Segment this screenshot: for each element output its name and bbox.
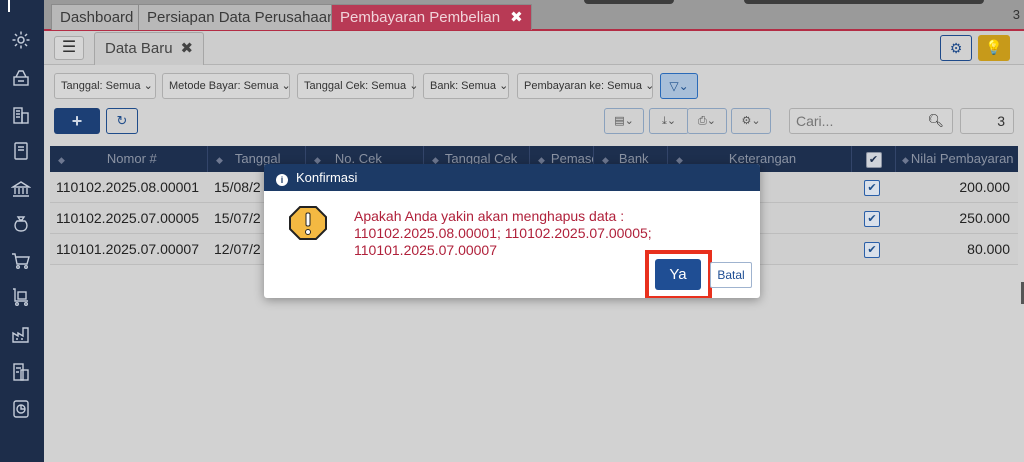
factory-icon[interactable]: [10, 323, 32, 345]
chevron-down-icon: ⌄: [281, 80, 291, 92]
sidebar-top-marker: [8, 0, 10, 12]
column-header-select-all[interactable]: ✔: [852, 146, 896, 172]
tab-label: Dashboard: [60, 9, 134, 26]
plus-icon: +: [71, 111, 83, 131]
subtab-label: Data Baru: [105, 40, 173, 57]
cancel-button[interactable]: Batal: [710, 262, 752, 288]
printer-icon: ⎙⌄: [697, 115, 717, 127]
filter-tanggal-cek[interactable]: Tanggal Cek: Semua ⌄: [297, 73, 418, 99]
subtab-data-baru[interactable]: Data Baru ✖: [94, 32, 205, 65]
search-icon[interactable]: 🔍︎: [927, 113, 944, 129]
tab-persiapan-data-perusahaan[interactable]: Persiapan Data Perusahaan: [138, 4, 345, 30]
cell-select[interactable]: ✔: [864, 203, 884, 234]
refresh-button[interactable]: ↻: [106, 108, 138, 134]
subtab-close-icon[interactable]: ✖: [181, 40, 194, 57]
list-view-button[interactable]: ☰: [54, 36, 84, 60]
funnel-icon: ▽⌄: [669, 79, 689, 93]
confirm-button[interactable]: Ya: [655, 259, 701, 290]
cell-nilai-pembayaran: 200.000: [959, 179, 1010, 195]
sort-icon: ◆: [58, 155, 65, 165]
row-checkbox[interactable]: ✔: [864, 242, 880, 259]
dialog-title: Konfirmasi: [296, 170, 358, 185]
filter-toggle-button[interactable]: ▽⌄: [660, 73, 698, 99]
select-all-checkbox[interactable]: ✔: [865, 151, 882, 168]
tab-label: Persiapan Data Perusahaan: [147, 9, 336, 26]
row-checkbox[interactable]: ✔: [864, 180, 880, 197]
top-decoration: [584, 0, 674, 4]
column-header-nilai-pembayaran[interactable]: ◆ Nilai Pembayaran: [896, 146, 1018, 172]
search-field[interactable]: 🔍︎: [789, 108, 953, 134]
gear-icon: ⚙⌄: [741, 115, 761, 127]
tab-count-dropdown[interactable]: 3: [1013, 7, 1020, 22]
cart-icon[interactable]: [10, 250, 32, 272]
info-icon: i: [276, 174, 288, 186]
filter-label: Tanggal Cek: Semua: [304, 80, 407, 92]
cell-select[interactable]: ✔: [864, 172, 884, 203]
list-icon: ☰: [61, 39, 77, 56]
money-bag-icon[interactable]: [10, 213, 32, 235]
print-button[interactable]: ⎙⌄: [687, 108, 727, 134]
printer-stack-icon[interactable]: [10, 67, 32, 89]
column-header-nomor[interactable]: ◆ Nomor #: [50, 146, 208, 172]
confirm-dialog: i Konfirmasi Apakah Anda yakin akan mengh…: [264, 164, 760, 298]
book-icon[interactable]: [10, 140, 32, 162]
tab-bar: Dashboard Persiapan Data Perusahaan Pemb…: [44, 0, 1024, 31]
export-button[interactable]: ▤⌄: [604, 108, 644, 134]
filter-tanggal[interactable]: Tanggal: Semua ⌄: [54, 73, 156, 99]
column-settings-button[interactable]: ⚙⌄: [731, 108, 771, 134]
action-bar: + ↻ ▤⌄ ⤓⌄ ⎙⌄ ⚙⌄ 🔍︎ 3: [44, 108, 1024, 136]
chevron-down-icon: ⌄: [143, 80, 153, 92]
building-icon[interactable]: [10, 104, 32, 126]
download-icon: ⤓⌄: [661, 115, 677, 127]
lightbulb-icon: 💡: [985, 39, 1003, 55]
cell-nilai-pembayaran: 250.000: [959, 210, 1010, 226]
gear-icon[interactable]: [10, 29, 32, 51]
chevron-down-icon: ⌄: [409, 80, 419, 92]
page-size-field[interactable]: 3: [960, 108, 1014, 134]
search-input[interactable]: [790, 109, 920, 133]
message-line: Apakah Anda yakin akan menghapus data :: [354, 208, 625, 224]
delivery-cart-icon[interactable]: [10, 286, 32, 308]
spreadsheet-icon: ▤⌄: [614, 115, 634, 127]
download-button[interactable]: ⤓⌄: [649, 108, 689, 134]
tax-receipt-icon[interactable]: [10, 361, 32, 383]
sort-icon: ◆: [216, 155, 223, 165]
warning-icon: [289, 206, 327, 240]
tab-dashboard[interactable]: Dashboard: [51, 4, 143, 30]
tab-pembayaran-pembelian[interactable]: Pembayaran Pembelian ✖: [331, 4, 532, 30]
cell-nomor: 110102.2025.07.00005: [56, 210, 199, 226]
gear-icon: ⚙: [949, 40, 963, 56]
filter-metode-bayar[interactable]: Metode Bayar: Semua ⌄: [162, 73, 291, 99]
filter-label: Bank: Semua: [430, 80, 497, 92]
cell-select[interactable]: ✔: [864, 234, 884, 265]
filter-pembayaran-ke[interactable]: Pembayaran ke: Semua ⌄: [517, 73, 655, 99]
subtab-bar: ☰ Data Baru ✖ ⚙ 💡: [44, 31, 1024, 65]
tab-label: Pembayaran Pembelian: [340, 9, 501, 26]
filter-bank[interactable]: Bank: Semua ⌄: [423, 73, 509, 99]
filter-label: Metode Bayar: Semua: [169, 80, 279, 92]
add-button[interactable]: +: [54, 108, 100, 134]
filter-label: Tanggal: Semua: [61, 80, 141, 92]
filter-label: Pembayaran ke: Semua: [524, 80, 643, 92]
settings-button[interactable]: ⚙: [940, 35, 972, 61]
row-checkbox[interactable]: ✔: [864, 211, 880, 228]
refresh-icon: ↻: [116, 113, 128, 128]
sidebar: [0, 0, 44, 462]
cell-nomor: 110102.2025.08.00001: [56, 179, 199, 195]
tab-close-icon[interactable]: ✖: [510, 9, 523, 26]
chevron-down-icon: ⌄: [499, 80, 509, 92]
tips-button[interactable]: 💡: [978, 35, 1010, 61]
bank-icon[interactable]: [10, 178, 32, 200]
cell-nomor: 110101.2025.07.00007: [56, 241, 199, 257]
report-chart-icon[interactable]: [10, 398, 32, 420]
sort-icon: ◆: [902, 155, 909, 165]
dialog-header: i Konfirmasi: [264, 164, 760, 191]
chevron-down-icon: ⌄: [645, 80, 655, 92]
cell-nilai-pembayaran: 80.000: [967, 241, 1010, 257]
top-decoration: [744, 0, 984, 4]
message-line: 110102.2025.08.00001; 110102.2025.07.000…: [354, 225, 652, 241]
